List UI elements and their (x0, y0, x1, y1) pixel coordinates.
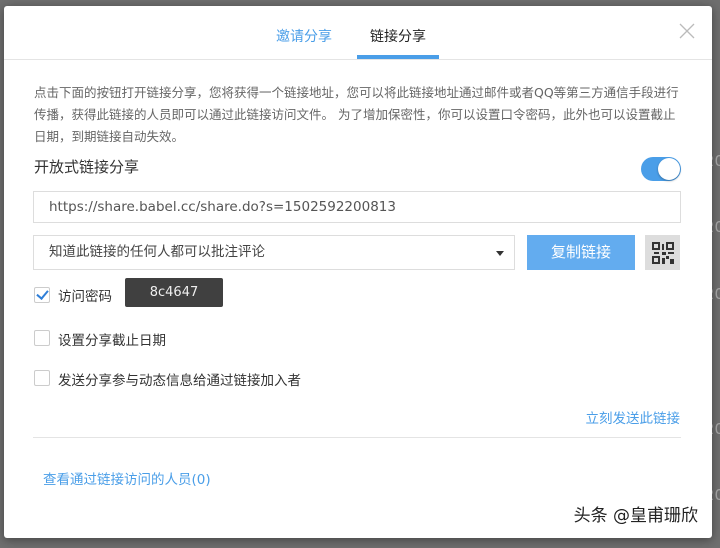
expiry-label: 设置分享截止日期 (58, 333, 166, 349)
description-text: 点击下面的按钮打开链接分享，您将获得一个链接地址，您可以将此链接地址通过邮件或者… (34, 85, 679, 144)
watermark: 头条 @皇甫珊欣 (573, 506, 698, 526)
permission-select-value: 知道此链接的任何人都可以批注评论 (49, 244, 265, 260)
password-checkbox[interactable] (34, 287, 50, 303)
link-url-field[interactable]: https://share.babel.cc/share.do?s=150259… (33, 191, 681, 223)
password-value: 8c4647 (125, 278, 223, 307)
notify-label: 发送分享参与动态信息给通过链接加入者 (58, 373, 301, 389)
tab-bar: 邀请分享 链接分享 (4, 6, 712, 60)
tab-invite-share[interactable]: 邀请分享 (276, 26, 332, 46)
close-icon[interactable] (678, 22, 696, 40)
permission-select[interactable]: 知道此链接的任何人都可以批注评论 (33, 235, 515, 270)
toggle-knob (658, 158, 680, 180)
open-link-title: 开放式链接分享 (34, 158, 140, 176)
active-tab-indicator (357, 55, 439, 59)
tab-link-share[interactable]: 链接分享 (370, 26, 426, 46)
send-link-now-link[interactable]: 立刻发送此链接 (586, 407, 681, 427)
expiry-checkbox[interactable] (34, 330, 50, 346)
notify-checkbox[interactable] (34, 370, 50, 386)
caret-down-icon (496, 251, 504, 256)
password-label: 访问密码 (58, 289, 112, 305)
view-visitors-link[interactable]: 查看通过链接访问的人员(0) (43, 468, 211, 488)
qr-code-button[interactable] (645, 235, 680, 270)
share-dialog: 邀请分享 链接分享 点击下面的按钮打开链接分享，您将获得一个链接地址，您可以将此… (4, 6, 712, 538)
open-link-toggle[interactable] (641, 157, 681, 181)
qr-code-icon (651, 241, 674, 264)
divider (33, 437, 681, 438)
copy-link-button[interactable]: 复制链接 (527, 235, 635, 270)
